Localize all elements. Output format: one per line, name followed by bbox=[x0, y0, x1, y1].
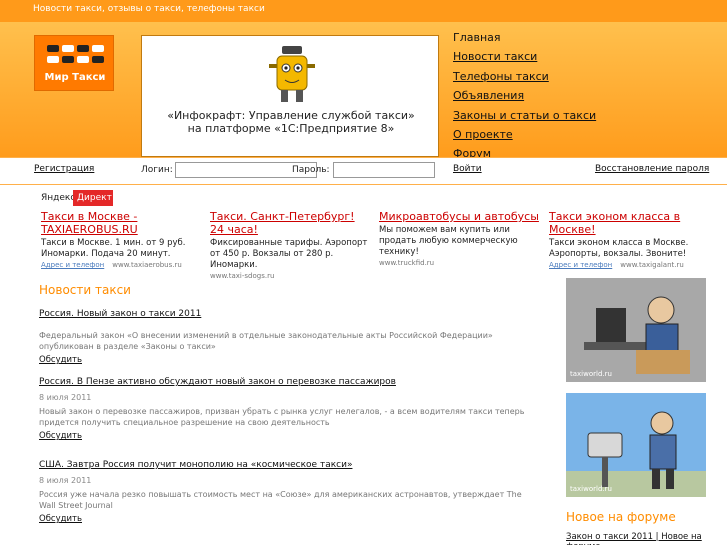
banner-line-1: «Инфокрафт: Управление службой такси» bbox=[167, 109, 415, 122]
restore-password-link[interactable]: Восстановление пароля bbox=[595, 164, 709, 174]
ad-url[interactable]: www.truckfid.ru bbox=[379, 259, 434, 267]
man-at-computer-icon bbox=[566, 278, 706, 382]
forum-section-title: Новое на форуме bbox=[566, 510, 676, 524]
main-nav: Главная Новости такси Телефоны такси Объ… bbox=[453, 31, 713, 167]
ad-url[interactable]: www.taxigalant.ru bbox=[620, 261, 684, 269]
image-watermark: taxiworld.ru bbox=[570, 370, 612, 378]
news-headline[interactable]: США. Завтра Россия получит монополию на … bbox=[39, 460, 539, 470]
side-illustration-computer[interactable]: taxiworld.ru bbox=[566, 278, 706, 382]
ad-address-link[interactable]: Адрес и телефон bbox=[41, 261, 104, 269]
news-item: США. Завтра Россия получит монополию на … bbox=[39, 460, 539, 524]
news-section-title: Новости такси bbox=[39, 283, 131, 297]
news-text: Федеральный закон «О внесении изменений … bbox=[39, 331, 493, 351]
top-bar: Новости такси, отзывы о такси, телефоны … bbox=[0, 0, 727, 22]
ad-title[interactable]: Микроавтобусы и автобусы bbox=[379, 210, 539, 223]
ad-url[interactable]: www.taxi-sdogs.ru bbox=[210, 272, 274, 280]
yandex-label: Яндекс bbox=[41, 193, 76, 203]
taxi-cars-icon bbox=[47, 45, 104, 63]
forum-topic-link[interactable]: Закон о такси 2011 | Новое на форуме bbox=[566, 532, 727, 545]
ad-banner[interactable]: «Инфокрафт: Управление службой такси» на… bbox=[141, 35, 439, 157]
ad-title[interactable]: Такси. Санкт-Петербург! 24 часа! bbox=[210, 210, 370, 236]
news-item: Россия. Новый закон о такси 2011 Федерал… bbox=[39, 309, 539, 365]
ad-title[interactable]: Такси эконом класса в Москве! bbox=[549, 210, 719, 236]
man-at-mailbox-icon bbox=[566, 393, 706, 497]
ad-description: Такси эконом класса в Москве. Аэропорты,… bbox=[549, 238, 689, 259]
news-text: Новый закон о перевозке пассажиров, приз… bbox=[39, 407, 525, 427]
nav-item-news[interactable]: Новости такси bbox=[453, 50, 537, 63]
ad-address-link[interactable]: Адрес и телефон bbox=[549, 261, 612, 269]
ad-description: Фиксированные тарифы. Аэропорт от 450 р.… bbox=[210, 238, 368, 270]
discuss-link[interactable]: Обсудить bbox=[39, 355, 539, 365]
news-text: Россия уже начала резко повышать стоимос… bbox=[39, 490, 522, 510]
direct-badge[interactable]: Директ bbox=[73, 190, 113, 206]
nav-item-laws[interactable]: Законы и статьи о такси bbox=[453, 109, 596, 122]
news-headline[interactable]: Россия. В Пензе активно обсуждают новый … bbox=[39, 377, 539, 387]
news-date: 8 июля 2011 bbox=[39, 393, 92, 402]
ad-block: Такси. Санкт-Петербург! 24 часа! Фиксиро… bbox=[210, 210, 370, 280]
taxi-mascot-icon bbox=[269, 46, 315, 102]
banner-line-2: на платформе «1С:Предприятие 8» bbox=[187, 122, 395, 135]
ad-url[interactable]: www.taxiaerobus.ru bbox=[112, 261, 182, 269]
logo-text: Мир Такси bbox=[44, 72, 106, 83]
nav-item-ads[interactable]: Объявления bbox=[453, 89, 524, 102]
news-headline[interactable]: Россия. Новый закон о такси 2011 bbox=[39, 309, 539, 319]
password-input[interactable] bbox=[333, 162, 435, 178]
login-label: Логин: bbox=[141, 165, 173, 175]
news-item: Россия. В Пензе активно обсуждают новый … bbox=[39, 377, 539, 441]
header: Мир Такси «Инфокрафт: Управление службой… bbox=[0, 22, 727, 160]
ad-title[interactable]: Такси в Москве - TAXIAEROBUS.RU bbox=[41, 210, 201, 236]
ad-description: Мы поможем вам купить или продать любую … bbox=[379, 225, 518, 257]
image-watermark: taxiworld.ru bbox=[570, 485, 612, 493]
site-logo[interactable]: Мир Такси bbox=[34, 35, 114, 91]
nav-item-home[interactable]: Главная bbox=[453, 31, 713, 50]
discuss-link[interactable]: Обсудить bbox=[39, 431, 539, 441]
news-date: 8 июля 2011 bbox=[39, 476, 92, 485]
ad-description: Такси в Москве. 1 мин. от 9 руб. Иномарк… bbox=[41, 238, 186, 259]
discuss-link[interactable]: Обсудить bbox=[39, 514, 539, 524]
site-tagline: Новости такси, отзывы о такси, телефоны … bbox=[33, 4, 265, 14]
login-bar: Регистрация Логин: Пароль: Войти Восстан… bbox=[0, 157, 727, 185]
ad-block: Микроавтобусы и автобусы Мы поможем вам … bbox=[379, 210, 539, 267]
ad-block: Такси эконом класса в Москве! Такси экон… bbox=[549, 210, 719, 269]
password-label: Пароль: bbox=[292, 165, 330, 175]
login-button[interactable]: Войти bbox=[453, 163, 482, 176]
nav-item-about[interactable]: О проекте bbox=[453, 128, 513, 141]
nav-item-phones[interactable]: Телефоны такси bbox=[453, 70, 549, 83]
register-link[interactable]: Регистрация bbox=[34, 164, 94, 174]
ad-block: Такси в Москве - TAXIAEROBUS.RU Такси в … bbox=[41, 210, 201, 269]
side-illustration-mailbox[interactable]: taxiworld.ru bbox=[566, 393, 706, 497]
